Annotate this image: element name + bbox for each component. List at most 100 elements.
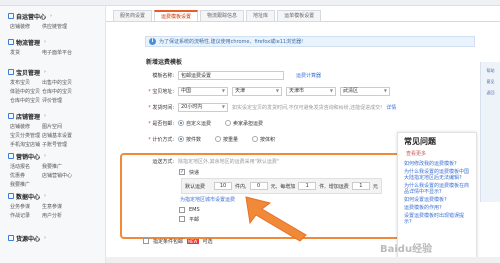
tab-provider-settings[interactable]: 服务商设置 [113,10,153,21]
add-fee-input[interactable]: 1 [351,182,370,190]
shipping-method-label: 运送方式: [152,158,174,165]
sidebar-section-logistics: 物流管理 › 发货 电子面单平台 [8,38,82,56]
pricing-row: * 计价方式: 按件数 按重量 按体积 [136,134,285,144]
info-icon: i [149,38,156,45]
conditional-free-label: 指定条件包邮 [153,238,184,245]
megaphone-icon [8,153,14,159]
chevron-right-icon: › [44,113,47,119]
sidebar-link[interactable]: 宝贝分类管理 [10,132,42,139]
sidebar-link[interactable]: 店铺营销中心 [42,172,82,179]
pointer-arrow-icon [245,196,307,242]
sidebar-link[interactable]: 作战记录 [10,212,42,219]
sidebar-link[interactable]: 仓库中的宝贝 [42,88,82,95]
by-volume-option[interactable]: 按体积 [252,136,275,143]
ship-time-select[interactable]: 20小时内 ▼ [178,102,228,112]
sidebar-section-title[interactable]: 货源中心 › [8,234,46,243]
first-unit-label: 件内, [235,183,247,190]
chevron-down-icon: ▼ [221,88,225,93]
box-icon [8,69,14,75]
sidebar-link[interactable]: 电子面单平台 [42,49,82,56]
sidebar-section-title[interactable]: 自运营中心 › [8,12,82,21]
by-weight-option[interactable]: 按重量 [215,136,238,143]
help-question[interactable]: 为什么我设置的运费模板在商品详情中不显示? [398,182,476,196]
pricing-label: * 计价方式: [148,136,174,143]
province-select[interactable]: 天津 ▼ [232,86,282,96]
sidebar-link[interactable]: 我要推广 [42,163,82,170]
sidebar-link[interactable]: 用户分析 [42,212,82,219]
first-fee-input[interactable]: 0 [249,182,268,190]
sidebar-section-sourcing: 货源中心 › [8,234,46,243]
sidebar-section-title[interactable]: 店铺管理 › [8,112,82,121]
freight-calculator-link[interactable]: 运费计算器 [296,72,321,79]
first-fee-unit-label: 元, [270,183,278,190]
help-question[interactable]: 为什么我设置的运费模板中国大陆指定地区后无法编辑? [398,168,476,182]
add-quantity-input[interactable]: 1 [298,182,317,190]
help-question[interactable]: 如何设置运费模板? [398,196,476,204]
sidebar-link[interactable]: 手机淘宝店铺 [10,141,42,148]
ems-checkbox[interactable] [179,207,185,213]
sidebar-section-products: 宝贝管理 › 发布宝贝 出售中的宝贝 体验中的宝贝 仓库中的宝贝 仓库中的宝贝 … [8,68,82,104]
template-name-input[interactable]: 包邮运费设置 [178,70,284,80]
country-select[interactable]: 中国 ▼ [178,86,228,96]
chevron-right-icon: › [44,69,47,75]
help-question[interactable]: 运费模板的作用? [398,204,476,212]
sidebar-link[interactable]: 体验中的宝贝 [10,88,42,95]
by-count-option[interactable]: 按件数 [178,136,201,143]
seller-pays-option[interactable]: 卖家承担运费 [225,120,263,127]
custom-fee-option[interactable]: 自定义运费 [178,120,211,127]
sidebar-link[interactable]: 供应链管理 [42,23,82,30]
sidebar-link[interactable]: 店铺基本设置 [42,132,82,139]
chevron-down-icon: ▼ [383,88,387,93]
default-fee-row: 默认运费 10 件内, 0 元, 每增加 1 件, 增加运费 1 元 [181,178,382,194]
add-quantity-unit-label: 件, [319,183,326,190]
tab-bar: 服务商设置 运费模板设置 物流跟踪信息 地址库 运单模板设置 [113,10,322,21]
sidebar-link[interactable]: 发布宝贝 [10,79,42,86]
district-select[interactable]: 武清区 ▼ [340,86,390,96]
tab-address-book[interactable]: 地址库 [246,10,276,21]
sidebar-section-data: 数据中心 › 业务参谋 生意参谋 作战记录 用户分析 [8,192,82,219]
first-quantity-input[interactable]: 10 [214,182,232,190]
help-question[interactable]: 设置运费模板时出现错误提示? [398,212,476,226]
free-shipping-label: * 是否包邮: [148,120,174,127]
sidebar-link[interactable]: 活动报名 [10,163,42,170]
sidebar-link[interactable]: 业务参谋 [10,203,42,210]
sidebar-link[interactable]: 图片空间 [42,123,82,130]
sidebar-link[interactable]: 子账号管理 [42,141,82,148]
help-tool[interactable]: 帮助 [485,68,497,73]
watermark: Baidu经验 [380,244,433,255]
sidebar-link[interactable]: 生意参谋 [42,203,82,210]
feedback-tool[interactable]: 意见 [485,79,497,84]
ship-time-detail-link[interactable]: 详情 [386,104,396,111]
tab-freight-template[interactable]: 运费模板设置 [154,10,199,21]
bottom-scrollbar[interactable] [106,257,500,263]
sidebar-section-title[interactable]: 营销中心 › [8,152,82,161]
sidebar-section-title[interactable]: 宝贝管理 › [8,68,82,77]
sidebar-link[interactable]: 出售中的宝贝 [42,79,82,86]
form-heading: 新增运费模板 [146,59,183,66]
help-question[interactable]: 如何修改我的运费模板? [398,160,476,168]
sidebar-link[interactable]: 我要推广 [10,181,42,188]
express-checkbox[interactable]: ✓ [179,169,185,175]
sidebar-link[interactable]: 店铺装修 [10,23,42,30]
conditional-free-checkbox[interactable] [143,238,149,244]
back-to-top-tool[interactable]: 返回 [485,90,497,95]
ship-time-row: * 发货时间: 20小时内 ▼ 如实设定宝贝的发货时间,不仅可避免发货咨询和纠纷,… [136,102,396,112]
sidebar-link[interactable]: 发货 [10,49,42,56]
sidebar-section-title[interactable]: 数据中心 › [8,192,82,201]
sidebar-link[interactable]: 店铺装修 [10,123,42,130]
tab-waybill-template[interactable]: 运单模板设置 [277,10,322,21]
sidebar-section-title[interactable]: 物流管理 › [8,38,82,47]
template-name-row: 模板名称: 包邮运费设置 运费计算器 [136,70,321,80]
city-select[interactable]: 天津市 ▼ [286,86,336,96]
sidebar-link[interactable]: 仓库中的宝贝 [10,97,42,104]
new-badge: NEW [187,238,199,244]
mail-checkbox[interactable] [179,216,185,222]
radio-selected-icon [178,120,184,126]
set-region-fee-link[interactable]: 为指定地区城市设置运费 [180,196,235,203]
ship-time-hint: 如实设定宝贝的发货时间,不仅可避免发货咨询和纠纷,还能促进成交! [232,104,383,111]
sidebar-link[interactable]: 评价管理 [42,97,82,104]
tab-tracking[interactable]: 物流跟踪信息 [200,10,245,21]
sidebar-link[interactable]: 优惠券 [10,172,42,179]
help-more-link[interactable]: 查看更多 [398,150,476,157]
chevron-down-icon: ▼ [329,88,333,93]
